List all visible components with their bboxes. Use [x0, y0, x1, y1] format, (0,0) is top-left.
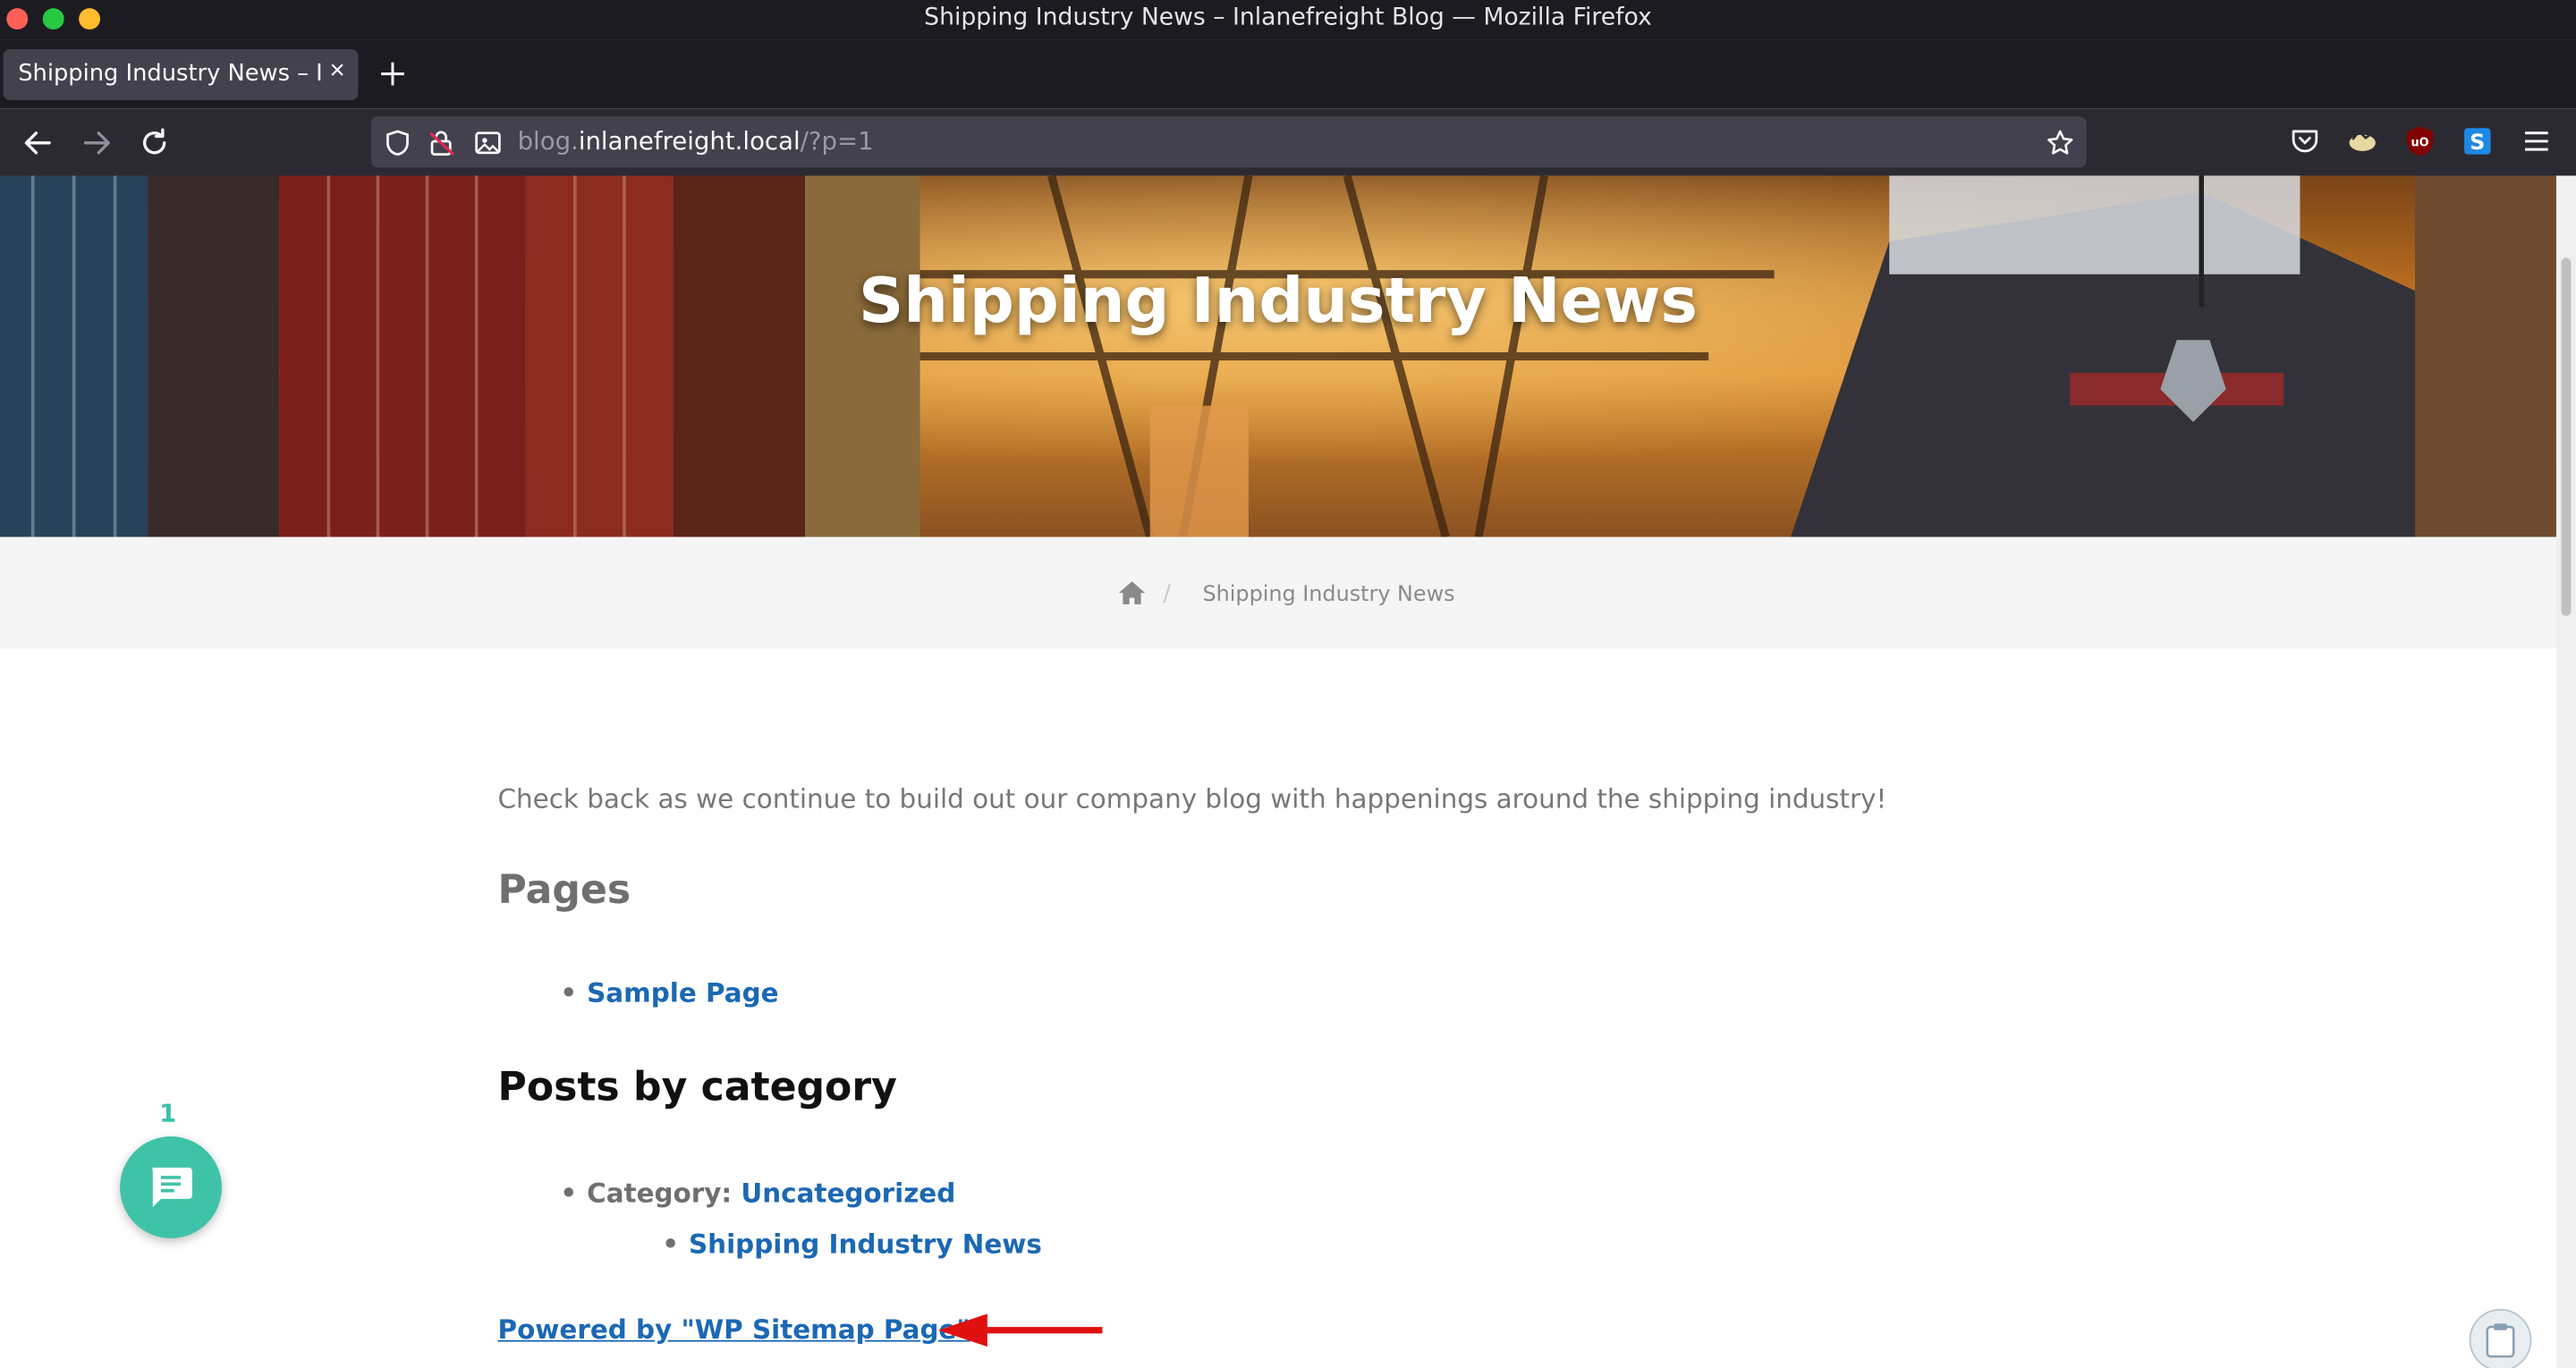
- svg-text:uO: uO: [2411, 136, 2428, 149]
- tab-title: Shipping Industry News – Inlanefreight B…: [18, 60, 324, 88]
- list-bullet: •: [560, 976, 578, 1009]
- window-titlebar: Shipping Industry News – Inlanefreight B…: [0, 0, 2576, 40]
- chat-bubble-icon: [152, 1167, 192, 1208]
- posts-by-category-heading: Posts by category: [497, 1064, 897, 1110]
- back-icon[interactable]: [20, 125, 55, 161]
- page-title: Shipping Industry News: [859, 264, 1698, 337]
- url-text[interactable]: blog.inlanefreight.local/?p=1: [518, 126, 874, 156]
- new-tab-icon[interactable]: [377, 57, 410, 90]
- category-uncategorized-link[interactable]: Uncategorized: [741, 1178, 955, 1209]
- red-arrow-annotation: [937, 1313, 1103, 1347]
- bookmark-star-icon[interactable]: [2046, 128, 2075, 157]
- page-scrollbar[interactable]: [2555, 175, 2576, 1368]
- tracking-shield-icon[interactable]: [383, 128, 412, 157]
- breadcrumb-current: Shipping Industry News: [1202, 583, 1455, 608]
- s-extension-icon[interactable]: S: [2461, 125, 2494, 158]
- chat-button[interactable]: [120, 1136, 222, 1238]
- clipboard-button[interactable]: [2469, 1308, 2532, 1368]
- reload-icon[interactable]: [136, 125, 172, 161]
- hero-image: [0, 175, 2556, 537]
- pocket-icon[interactable]: [2289, 125, 2322, 158]
- tab-bar: Shipping Industry News – Inlanefreight B…: [0, 39, 2576, 109]
- list-bullet: •: [662, 1228, 679, 1260]
- pages-heading: Pages: [497, 866, 631, 914]
- page-permissions-icon[interactable]: [473, 128, 503, 157]
- window-title: Shipping Industry News – Inlanefreight B…: [924, 4, 1652, 31]
- svg-text:S: S: [2470, 130, 2485, 155]
- extension-cookie-icon[interactable]: [2346, 125, 2379, 158]
- ublock-origin-icon[interactable]: uO: [2403, 125, 2436, 158]
- hamburger-menu-icon[interactable]: [2521, 125, 2554, 158]
- address-bar[interactable]: blog.inlanefreight.local/?p=1: [371, 116, 2087, 168]
- category-label: Category:: [587, 1177, 733, 1209]
- page-viewport: Shipping Industry News / Shipping Indust…: [0, 175, 2576, 1368]
- list-item: • Sample Page: [560, 977, 778, 1009]
- clipboard-icon: [2486, 1323, 2515, 1358]
- post-shipping-industry-news-link[interactable]: Shipping Industry News: [689, 1229, 1042, 1260]
- forward-icon[interactable]: [79, 125, 114, 161]
- breadcrumb: / Shipping Industry News: [0, 536, 2556, 649]
- sample-page-link[interactable]: Sample Page: [587, 977, 778, 1009]
- intro-text: Check back as we continue to build out o…: [497, 783, 1887, 815]
- home-icon[interactable]: [1117, 579, 1147, 605]
- tab-close-icon[interactable]: ×: [330, 57, 345, 87]
- navigation-toolbar: blog.inlanefreight.local/?p=1 uO S: [0, 108, 2576, 178]
- post-item: • Shipping Industry News: [662, 1229, 1042, 1260]
- hero-banner: Shipping Industry News: [0, 175, 2556, 537]
- category-item: • Category: Uncategorized: [560, 1178, 955, 1209]
- chat-unread-badge: 1: [159, 1098, 177, 1128]
- active-tab[interactable]: Shipping Industry News – Inlanefreight B…: [3, 49, 359, 101]
- powered-by-link[interactable]: Powered by "WP Sitemap Page": [498, 1313, 970, 1345]
- list-bullet: •: [560, 1177, 578, 1209]
- scrollbar-thumb[interactable]: [2561, 258, 2572, 616]
- insecure-lock-icon[interactable]: [428, 128, 457, 157]
- breadcrumb-separator: /: [1163, 581, 1172, 608]
- screen: Shipping Industry News – Inlanefreight B…: [0, 0, 2576, 1368]
